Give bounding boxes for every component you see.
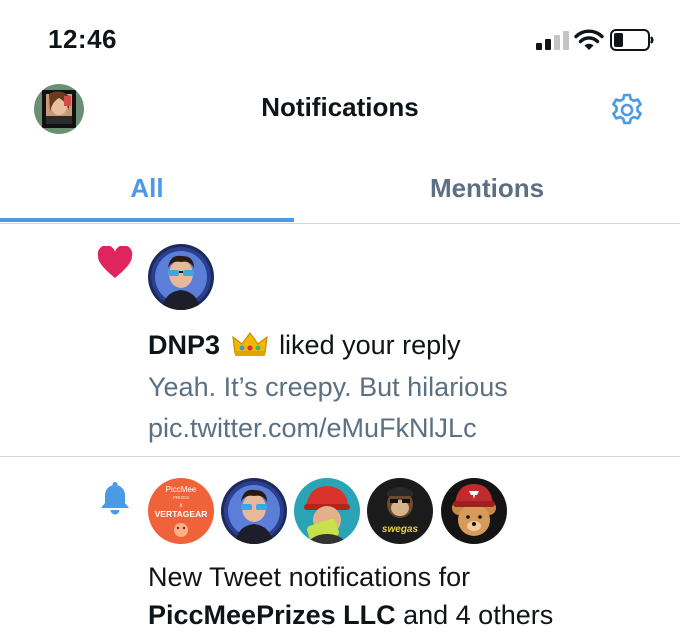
- user-avatar-dnp3[interactable]: [221, 478, 287, 544]
- piccmee-logo-text: PiccMee: [166, 485, 197, 494]
- notification-text: New Tweet notifications for: [148, 562, 471, 592]
- vertagear-logo-text: VERTAGEAR: [155, 509, 208, 519]
- swegas-logo-text: swegas: [382, 524, 419, 535]
- notification-text-continued: PiccMeePrizes LLC and 4 others: [148, 600, 553, 631]
- tweet-preview-text: Yeah. It’s creepy. But hilarious: [148, 372, 508, 402]
- status-time: 12:46: [48, 24, 117, 54]
- notification-tabs: All Mentions: [0, 152, 680, 224]
- tab-all[interactable]: All: [0, 152, 294, 224]
- user-name[interactable]: PiccMeePrizes LLC: [148, 600, 396, 630]
- page-title: Notifications: [261, 92, 419, 122]
- user-name[interactable]: DNP3: [148, 330, 220, 360]
- crown-icon: [231, 331, 268, 356]
- piccmee-logo-sub: PRIZES: [173, 495, 189, 500]
- tab-mentions[interactable]: Mentions: [294, 152, 680, 224]
- status-bar: 12:46: [0, 0, 680, 80]
- notification-new-tweets[interactable]: PiccMee PRIZES x VERTAGEAR swegas New Tw…: [0, 458, 680, 637]
- notification-suffix: and 4 others: [395, 600, 554, 630]
- user-avatar-swegas[interactable]: swegas: [367, 478, 433, 544]
- tweet-preview-link[interactable]: pic.twitter.com/eMuFkNlJLc: [148, 413, 477, 444]
- cellular-signal-icon: [536, 31, 569, 50]
- user-avatar-piccmee[interactable]: PiccMee PRIZES x VERTAGEAR: [148, 478, 214, 544]
- active-tab-indicator: [0, 218, 294, 222]
- user-avatar-red-cap[interactable]: [294, 478, 360, 544]
- notification-action: liked your reply: [279, 330, 461, 360]
- notification-like[interactable]: DNP3 liked your reply Yeah. It’s creepy.…: [0, 224, 680, 457]
- bell-icon: [101, 482, 129, 515]
- gear-icon[interactable]: [609, 92, 645, 128]
- battery-icon: [610, 29, 654, 51]
- heart-icon: [97, 246, 133, 278]
- notification-text: DNP3 liked your reply: [148, 330, 461, 361]
- user-avatar-bear[interactable]: [441, 478, 507, 544]
- user-avatar-dnp3[interactable]: [148, 244, 214, 310]
- wifi-icon: [574, 29, 604, 50]
